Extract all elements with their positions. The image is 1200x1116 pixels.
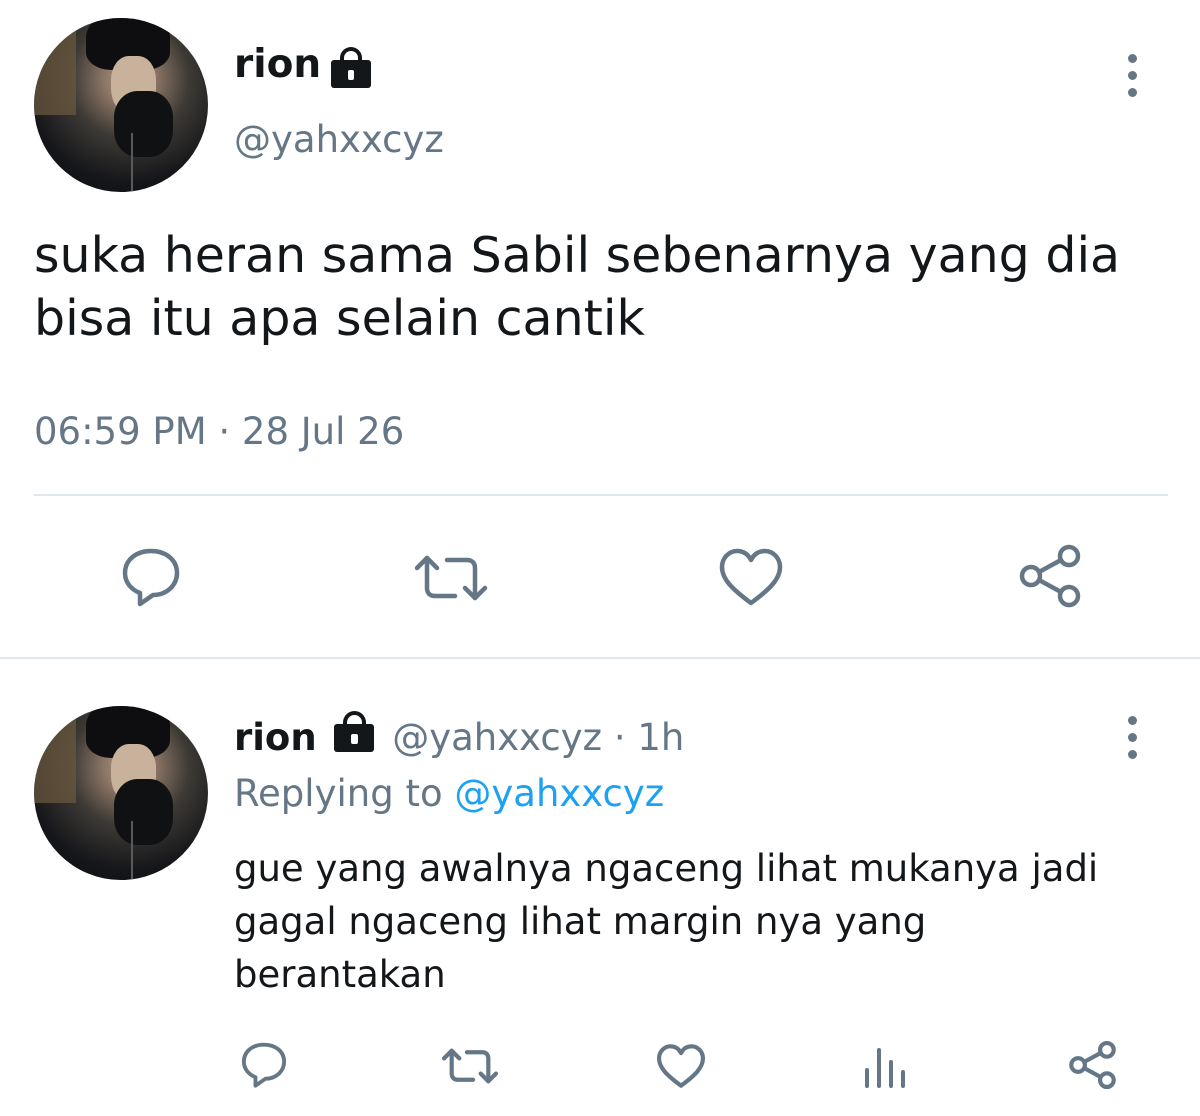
like-button[interactable] <box>718 547 784 607</box>
divider <box>0 657 1200 659</box>
user-handle[interactable]: @yahxxcyz <box>392 716 602 759</box>
reply-button[interactable] <box>240 1040 288 1088</box>
like-button[interactable] <box>656 1043 706 1089</box>
retweet-icon <box>441 1048 499 1084</box>
retweet-button[interactable] <box>441 1046 499 1086</box>
tweet-timestamp: 06:59 PM · 28 Jul 26 <box>34 410 404 453</box>
heart-icon <box>719 548 783 606</box>
share-button[interactable] <box>1068 1040 1120 1090</box>
reply-header: rion @yahxxcyz · 1h <box>234 711 685 759</box>
retweet-button[interactable] <box>413 552 489 604</box>
reply-button[interactable] <box>120 545 182 607</box>
user-handle[interactable]: @yahxxcyz <box>234 118 444 161</box>
heart-icon <box>656 1044 706 1088</box>
tweet-text: suka heran sama Sabil sebenarnya yang di… <box>34 227 1121 347</box>
more-vertical-icon[interactable] <box>1125 716 1139 760</box>
tweet-date: 28 Jul 26 <box>241 410 405 453</box>
tweet-age: 1h <box>637 716 685 759</box>
reply-icon <box>241 1042 287 1088</box>
separator: · <box>218 410 231 453</box>
reply-icon <box>122 548 180 607</box>
replying-to: Replying to @yahxxcyz <box>234 772 664 815</box>
analytics-button[interactable] <box>862 1044 908 1088</box>
separator: · <box>613 716 626 759</box>
more-vertical-icon[interactable] <box>1125 54 1139 98</box>
tweet-text: gue yang awalnya ngaceng lihat mukanya j… <box>234 847 1099 996</box>
replying-label: Replying to <box>234 772 443 815</box>
display-name[interactable]: rion <box>234 42 321 87</box>
display-name[interactable]: rion <box>234 716 317 759</box>
avatar[interactable] <box>34 18 208 192</box>
share-button[interactable] <box>1018 543 1086 609</box>
replying-handle-link[interactable]: @yahxxcyz <box>454 772 664 815</box>
divider <box>34 494 1168 496</box>
lock-icon <box>334 711 375 752</box>
retweet-icon <box>414 555 488 601</box>
lock-icon <box>331 47 371 88</box>
share-icon <box>1069 1040 1116 1090</box>
tweet-time: 06:59 PM <box>34 410 207 453</box>
analytics-icon <box>865 1048 905 1088</box>
avatar[interactable] <box>34 706 208 880</box>
share-icon <box>1019 544 1081 608</box>
